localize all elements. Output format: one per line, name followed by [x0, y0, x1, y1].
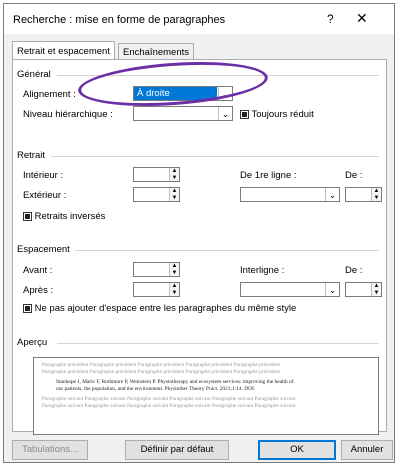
tab-line-breaks[interactable]: Enchaînements — [118, 43, 195, 60]
spacing-header: Espacement — [17, 244, 70, 255]
general-header: Général — [17, 69, 51, 80]
tab-indent-spacing[interactable]: Retrait et espacement — [12, 41, 115, 60]
no-space-checkbox[interactable] — [23, 303, 32, 313]
mirror-indent-row[interactable]: Retraits inversés — [23, 211, 105, 222]
collapsed-checkbox[interactable] — [240, 109, 249, 119]
space-after-label: Après : — [23, 285, 54, 296]
inner-indent-spinner[interactable]: ▲ ▼ — [133, 167, 180, 182]
inner-indent-label: Intérieur : — [23, 170, 64, 181]
tabs-button[interactable]: Tabulations... — [12, 440, 88, 460]
preview-sample-line: Stanhope J, Maric F, Rothmore P, Weinste… — [56, 379, 294, 385]
space-before-spinner[interactable]: ▲ ▼ — [133, 262, 180, 277]
help-button[interactable]: ? — [327, 12, 334, 26]
mirror-indent-label: Retraits inversés — [34, 211, 106, 222]
mirror-indent-checkbox[interactable] — [23, 211, 32, 221]
spin-arrows-icon[interactable]: ▲ ▼ — [371, 283, 381, 296]
no-space-label: Ne pas ajouter d'espace entre les paragr… — [34, 303, 297, 314]
first-line-by-label: De : — [345, 170, 363, 181]
first-line-by-spinner[interactable]: ▲ ▼ — [345, 187, 382, 202]
first-line-select[interactable]: ⌄ — [240, 187, 340, 202]
preview-previous-line: Paragraphe précédent Paragraphe précéden… — [42, 362, 281, 368]
space-after-spinner[interactable]: ▲ ▼ — [133, 282, 180, 297]
line-spacing-label: Interligne : — [240, 265, 285, 276]
tab-panel: Général Alignement : À droite ⌄ Niveau h… — [12, 59, 387, 435]
chevron-down-icon[interactable]: ⌄ — [218, 107, 232, 120]
title-bar: Recherche : mise en forme de paragraphes… — [4, 4, 394, 34]
line-spacing-at-spinner[interactable]: ▲ ▼ — [345, 282, 382, 297]
outline-level-label: Niveau hiérarchique : — [23, 109, 113, 120]
preview-previous-line: Paragraphe précédent Paragraphe précéden… — [42, 369, 281, 375]
chevron-down-icon[interactable]: ⌄ — [325, 188, 339, 201]
close-icon[interactable]: ✕ — [356, 10, 368, 27]
preview-box: Paragraphe précédent Paragraphe précéden… — [33, 357, 379, 435]
preview-next-line: Paragraphe suivant Paragraphe suivant Pa… — [42, 396, 296, 402]
preview-header: Aperçu — [17, 337, 48, 348]
collapsed-label: Toujours réduit — [251, 109, 314, 120]
no-space-row[interactable]: Ne pas ajouter d'espace entre les paragr… — [23, 303, 296, 314]
space-before-label: Avant : — [23, 265, 53, 276]
chevron-down-icon[interactable]: ⌄ — [325, 283, 339, 296]
line-spacing-at-label: De : — [345, 265, 363, 276]
outline-level-select[interactable]: ⌄ — [133, 106, 233, 121]
divider — [75, 250, 379, 251]
cancel-button[interactable]: Annuler — [341, 440, 393, 460]
spin-arrows-icon[interactable]: ▲ ▼ — [169, 168, 179, 181]
divider — [51, 156, 379, 157]
line-spacing-select[interactable]: ⌄ — [240, 282, 340, 297]
alignment-label: Alignement : — [23, 89, 76, 100]
divider — [57, 343, 379, 344]
ok-button[interactable]: OK — [258, 440, 336, 460]
outer-indent-spinner[interactable]: ▲ ▼ — [133, 187, 180, 202]
dialog-title: Recherche : mise en forme de paragraphes — [13, 14, 226, 26]
indent-header: Retrait — [17, 150, 45, 161]
preview-next-line: Paragraphe suivant Paragraphe suivant Pa… — [42, 403, 296, 409]
set-default-button[interactable]: Définir par défaut — [125, 440, 229, 460]
spin-arrows-icon[interactable]: ▲ ▼ — [371, 188, 381, 201]
collapsed-checkbox-row[interactable]: Toujours réduit — [240, 109, 314, 120]
spin-arrows-icon[interactable]: ▲ ▼ — [169, 283, 179, 296]
outer-indent-label: Extérieur : — [23, 190, 67, 201]
preview-sample-line: our patients, the population, and the en… — [56, 386, 256, 392]
spin-arrows-icon[interactable]: ▲ ▼ — [169, 188, 179, 201]
spin-arrows-icon[interactable]: ▲ ▼ — [169, 263, 179, 276]
first-line-label: De 1re ligne : — [240, 170, 297, 181]
